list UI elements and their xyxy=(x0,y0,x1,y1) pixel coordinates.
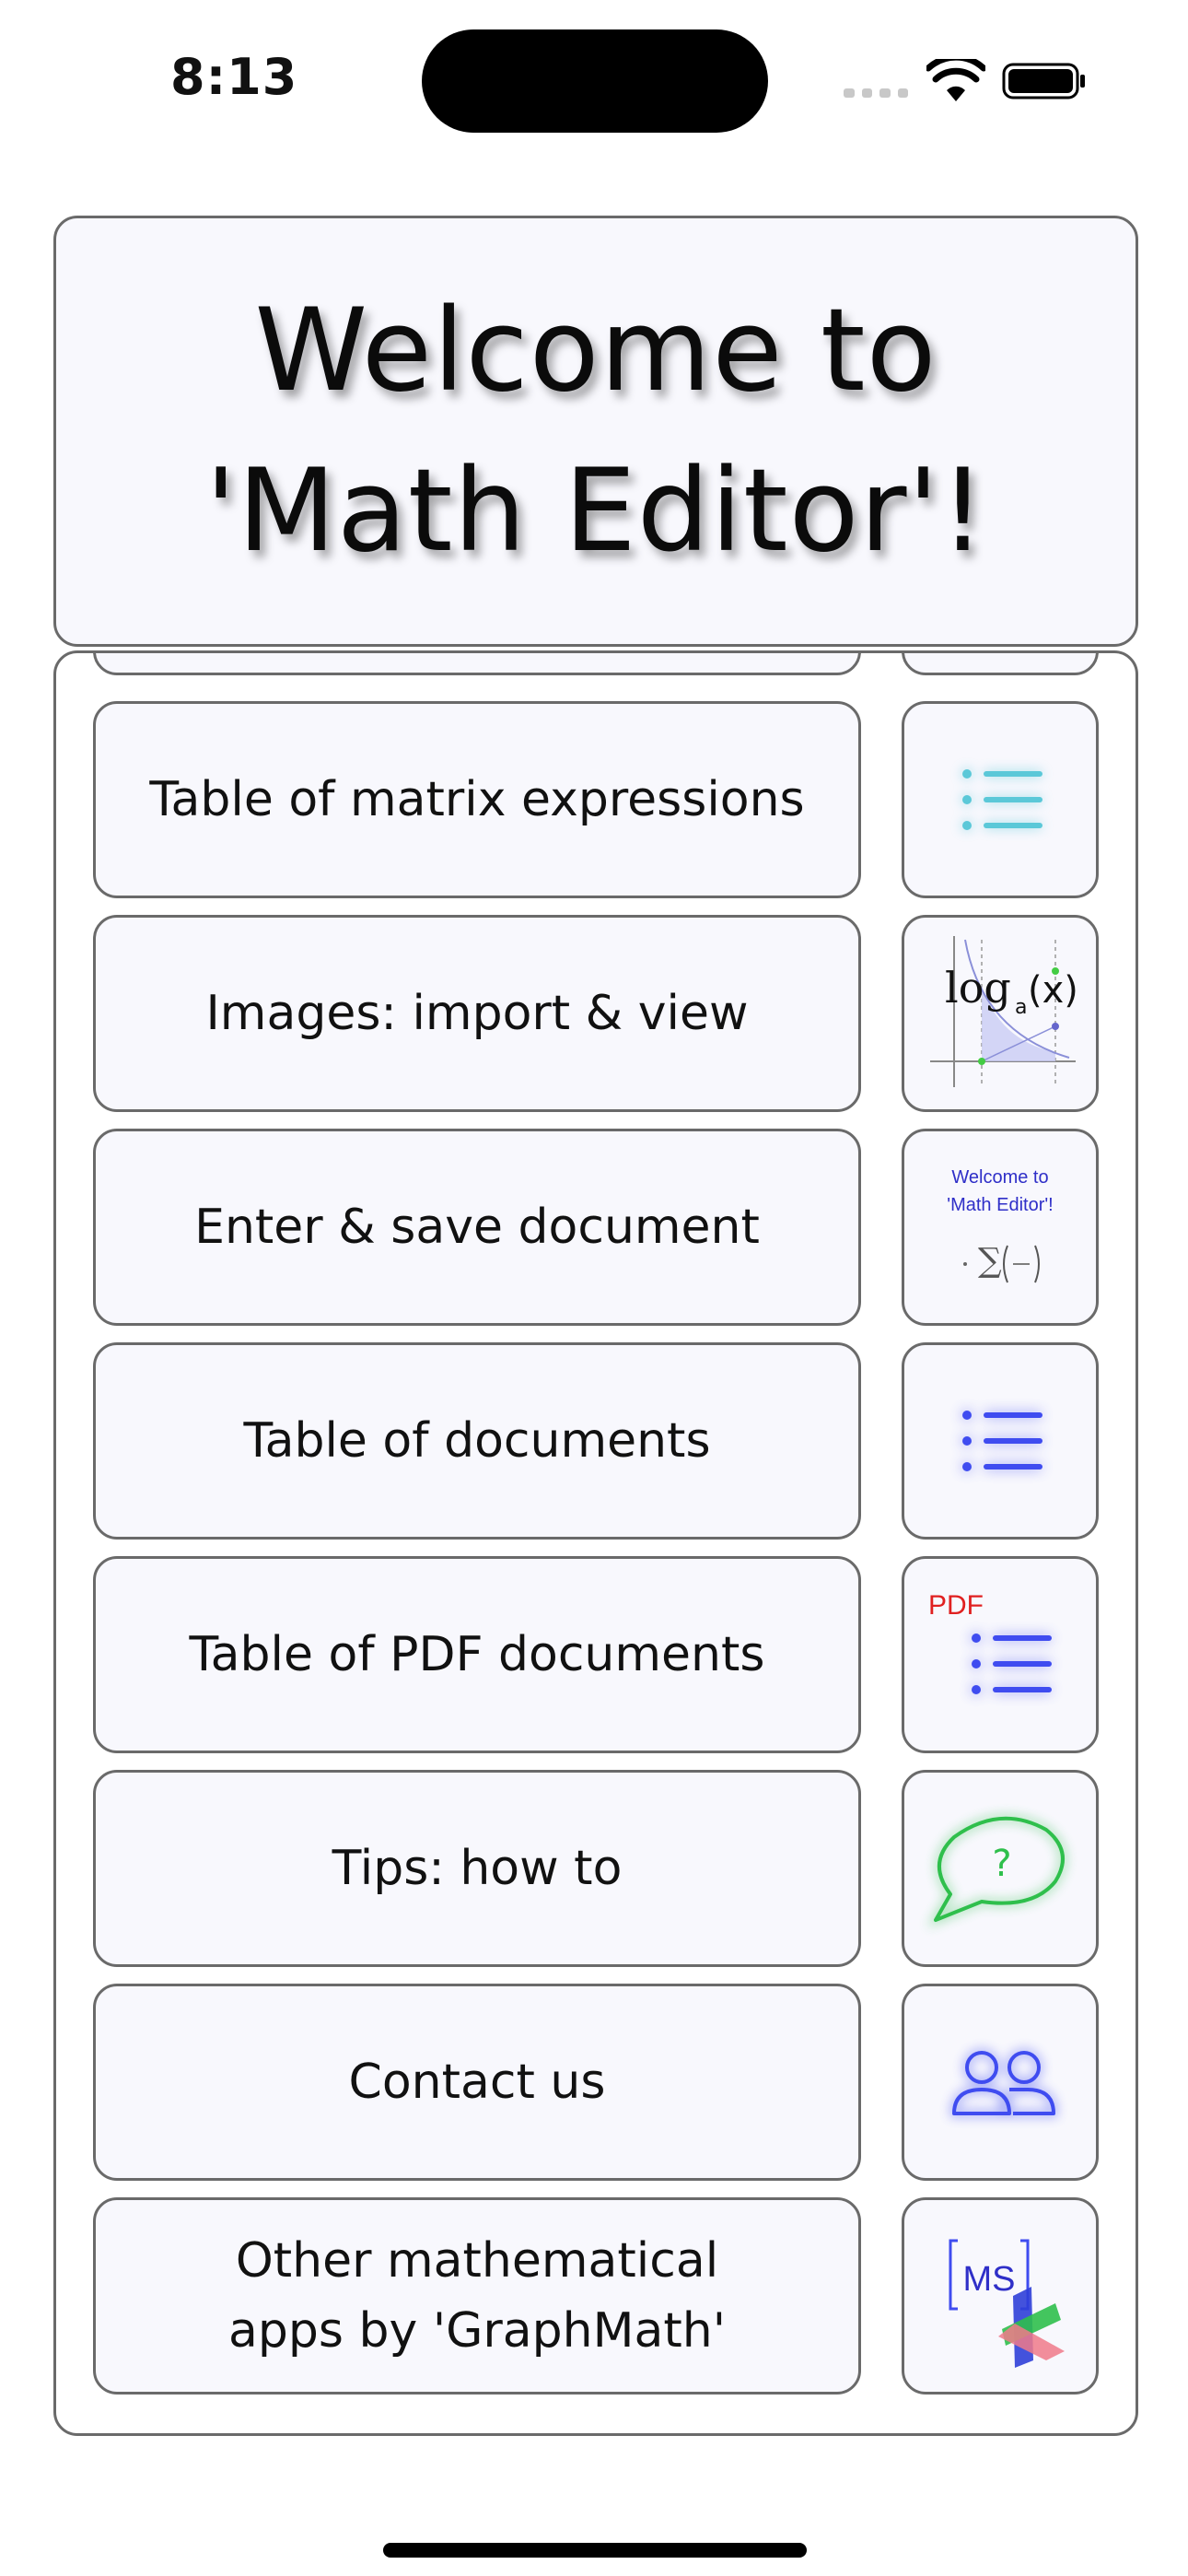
doc-preview-line1: Welcome to xyxy=(951,1167,1048,1188)
status-time: 8:13 xyxy=(170,48,298,106)
menu-row-enter-document[interactable]: Enter & save document Welcome to 'Math E… xyxy=(93,1129,1104,1326)
wifi-icon xyxy=(926,59,985,101)
matrix-table-button[interactable]: Table of matrix expressions xyxy=(93,701,861,898)
battery-icon xyxy=(1002,63,1085,100)
menu-row-partial[interactable] xyxy=(93,653,1104,675)
menu-row-matrix-table[interactable]: Table of matrix expressions xyxy=(93,701,1104,898)
pdf-table-button[interactable]: Table of PDF documents xyxy=(93,1556,861,1753)
home-indicator[interactable] xyxy=(383,2543,807,2558)
dynamic-island xyxy=(422,29,768,133)
list-icon[interactable] xyxy=(902,701,1099,898)
welcome-header: Welcome to 'Math Editor'! xyxy=(53,216,1138,647)
images-button[interactable]: Images: import & view xyxy=(93,915,861,1112)
menu-row-documents-table[interactable]: Table of documents xyxy=(93,1342,1104,1540)
menu-button-partial[interactable] xyxy=(93,653,861,675)
pdf-list-icon[interactable]: PDF xyxy=(902,1556,1099,1753)
welcome-title: Welcome to 'Math Editor'! xyxy=(204,285,987,578)
partial-row-icon[interactable] xyxy=(902,653,1099,675)
contact-button[interactable]: Contact us xyxy=(93,1984,861,2181)
documents-table-button[interactable]: Table of documents xyxy=(93,1342,861,1540)
other-apps-button[interactable]: Other mathematical apps by 'GraphMath' xyxy=(93,2197,861,2395)
svg-text:∑: ∑ xyxy=(978,1242,1002,1280)
enter-document-button[interactable]: Enter & save document xyxy=(93,1129,861,1326)
ms-label: MS xyxy=(963,2260,1016,2299)
question-bubble-icon[interactable]: ? xyxy=(902,1770,1099,1967)
people-icon[interactable] xyxy=(902,1984,1099,2181)
menu-row-pdf-table[interactable]: Table of PDF documents PDF xyxy=(93,1556,1104,1753)
graphmath-logo-icon[interactable]: MS xyxy=(902,2197,1099,2395)
menu-row-images[interactable]: Images: import & view log a (x) xyxy=(93,915,1104,1112)
menu-row-other-apps[interactable]: Other mathematical apps by 'GraphMath' M… xyxy=(93,2197,1104,2395)
list-icon[interactable] xyxy=(902,1342,1099,1540)
pdf-label: PDF xyxy=(928,1590,984,1621)
log-label: log xyxy=(945,963,1011,1013)
document-preview-icon[interactable]: Welcome to 'Math Editor'! ∑ xyxy=(902,1129,1099,1326)
question-mark: ? xyxy=(992,1843,1011,1885)
cellular-signal-icon xyxy=(844,88,908,98)
menu-list[interactable]: Table of matrix expressions Images: impo… xyxy=(53,650,1138,2436)
menu-row-contact[interactable]: Contact us xyxy=(93,1984,1104,2181)
tips-button[interactable]: Tips: how to xyxy=(93,1770,861,1967)
log-subscript: a xyxy=(1015,996,1027,1019)
doc-preview-line2: 'Math Editor'! xyxy=(947,1195,1053,1215)
log-argument: (x) xyxy=(1028,969,1078,1012)
log-graph-icon[interactable]: log a (x) xyxy=(902,915,1099,1112)
menu-row-tips[interactable]: Tips: how to ? xyxy=(93,1770,1104,1967)
